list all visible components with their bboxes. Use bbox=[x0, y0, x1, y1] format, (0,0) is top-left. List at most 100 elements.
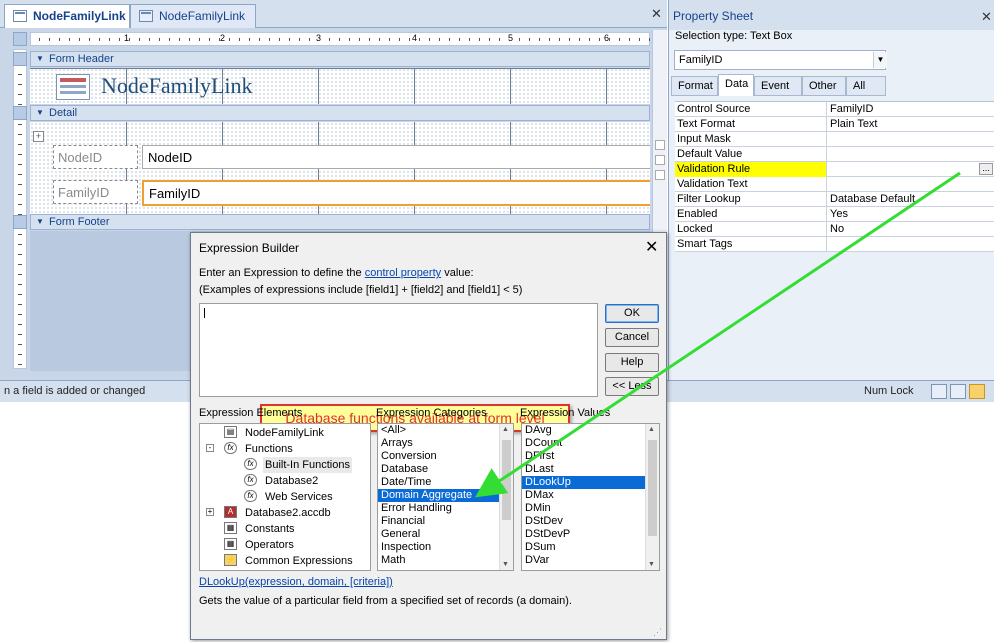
tab-nodefamilylink-design[interactable]: NodeFamilyLink bbox=[4, 4, 130, 28]
build-ellipsis-button[interactable]: ... bbox=[979, 163, 993, 175]
expression-values-list[interactable]: DAvg DCount DFirst DLast DLookUp DMax DMin DStD… bbox=[521, 423, 660, 571]
property-value[interactable] bbox=[828, 147, 994, 162]
property-sheet-title: Property Sheet bbox=[669, 0, 994, 30]
close-icon[interactable]: ✕ bbox=[981, 9, 992, 25]
property-row[interactable]: Validation Rule... bbox=[675, 162, 994, 177]
detail-bar[interactable]: Detail bbox=[30, 105, 650, 121]
expand-icon[interactable]: + bbox=[206, 508, 214, 516]
category-item[interactable]: <All> bbox=[378, 424, 499, 437]
category-item[interactable]: Conversion bbox=[378, 450, 499, 463]
property-row[interactable]: Validation Text bbox=[675, 177, 994, 192]
help-button[interactable]: Help bbox=[605, 353, 659, 372]
value-item[interactable]: DMin bbox=[522, 502, 645, 515]
footer-selector[interactable] bbox=[13, 215, 27, 229]
property-value[interactable]: Yes bbox=[828, 207, 994, 222]
property-row[interactable]: Smart Tags bbox=[675, 237, 994, 252]
value-item[interactable]: DLast bbox=[522, 463, 645, 476]
function-syntax-link[interactable]: DLookUp(expression, domain, [criteria]) bbox=[199, 576, 393, 588]
tree-item[interactable]: fx Web Services bbox=[200, 488, 370, 504]
category-item[interactable]: General bbox=[378, 528, 499, 541]
property-row[interactable]: Enabled Yes bbox=[675, 207, 994, 222]
property-value[interactable]: No bbox=[828, 222, 994, 237]
value-item[interactable]: DLookUp bbox=[522, 476, 645, 489]
category-item[interactable]: Error Handling bbox=[378, 502, 499, 515]
resize-grip-icon[interactable]: ⋰ bbox=[653, 627, 665, 639]
form-footer-bar[interactable]: Form Footer bbox=[30, 214, 650, 230]
property-value[interactable]: Plain Text bbox=[828, 117, 994, 132]
tree-item[interactable]: ⚡ Common Expressions bbox=[200, 552, 370, 568]
form-selector[interactable] bbox=[13, 32, 27, 46]
tab-all[interactable]: All bbox=[846, 76, 886, 96]
tree-item[interactable]: ▦ Constants bbox=[200, 520, 370, 536]
property-value[interactable] bbox=[828, 177, 994, 192]
familyid-label[interactable]: FamilyID bbox=[53, 180, 138, 204]
scrollbar[interactable]: ▲ ▼ bbox=[499, 424, 513, 570]
form-header-bar[interactable]: Form Header bbox=[30, 51, 650, 67]
collapse-icon[interactable]: - bbox=[206, 444, 214, 452]
expression-input[interactable]: Database functions available at form lev… bbox=[199, 303, 598, 432]
property-value[interactable] bbox=[828, 162, 994, 177]
form-title-label[interactable]: NodeFamilyLink bbox=[101, 73, 253, 99]
property-name: Locked bbox=[675, 222, 827, 237]
property-row[interactable]: Text Format Plain Text bbox=[675, 117, 994, 132]
property-value[interactable]: Database Default bbox=[828, 192, 994, 207]
value-item[interactable]: DCount bbox=[522, 437, 645, 450]
property-row[interactable]: Control Source FamilyID bbox=[675, 102, 994, 117]
property-value[interactable] bbox=[828, 237, 994, 252]
category-item[interactable]: Financial bbox=[378, 515, 499, 528]
tab-data[interactable]: Data bbox=[718, 74, 754, 96]
header-selector[interactable] bbox=[13, 52, 27, 66]
tree-item[interactable]: ▤ NodeFamilyLink bbox=[200, 424, 370, 440]
property-row[interactable]: Default Value bbox=[675, 147, 994, 162]
tree-item[interactable]: + A Database2.accdb bbox=[200, 504, 370, 520]
design-view-icon[interactable] bbox=[969, 384, 985, 399]
value-item[interactable]: DMax bbox=[522, 489, 645, 502]
scrollbar[interactable]: ▲ ▼ bbox=[645, 424, 659, 570]
category-item[interactable]: Date/Time bbox=[378, 476, 499, 489]
tree-item[interactable]: - fx Functions bbox=[200, 440, 370, 456]
tree-item[interactable]: fx Database2 bbox=[200, 472, 370, 488]
expression-categories-list[interactable]: <All> Arrays Conversion Database Date/Time Do… bbox=[377, 423, 514, 571]
chevron-down-icon[interactable]: ▼ bbox=[873, 52, 887, 68]
ruler-tick bbox=[39, 38, 40, 41]
value-item[interactable]: DFirst bbox=[522, 450, 645, 463]
horizontal-ruler: 1 2 3 4 5 6 bbox=[30, 32, 650, 46]
ok-button[interactable]: OK bbox=[605, 304, 659, 323]
value-item[interactable]: DStDevP bbox=[522, 528, 645, 541]
cancel-button[interactable]: Cancel bbox=[605, 328, 659, 347]
value-item[interactable]: DSum bbox=[522, 541, 645, 554]
category-item[interactable]: Domain Aggregate bbox=[378, 489, 499, 502]
category-item[interactable]: Inspection bbox=[378, 541, 499, 554]
value-item[interactable]: DVar bbox=[522, 554, 645, 567]
category-item[interactable]: Arrays bbox=[378, 437, 499, 450]
property-value[interactable] bbox=[828, 132, 994, 147]
text-caret bbox=[204, 308, 205, 318]
tab-nodefamilylink-form[interactable]: NodeFamilyLink bbox=[130, 4, 256, 28]
control-selector-dropdown[interactable]: FamilyID ▼ bbox=[674, 50, 887, 70]
property-value[interactable]: FamilyID bbox=[828, 102, 994, 117]
nodeid-textbox[interactable]: NodeID bbox=[142, 145, 650, 169]
category-item[interactable]: Math bbox=[378, 554, 499, 567]
detail-selector[interactable] bbox=[13, 106, 27, 120]
category-item[interactable]: Database bbox=[378, 463, 499, 476]
tree-item[interactable]: fx Built-In Functions bbox=[200, 456, 370, 473]
layout-view-icon[interactable] bbox=[950, 384, 966, 399]
value-item[interactable]: DAvg bbox=[522, 424, 645, 437]
tree-item[interactable]: ▦ Operators bbox=[200, 536, 370, 552]
property-row[interactable]: Locked No bbox=[675, 222, 994, 237]
close-icon[interactable]: ✕ bbox=[645, 237, 658, 257]
form-view-icon[interactable] bbox=[931, 384, 947, 399]
nodeid-label[interactable]: NodeID bbox=[53, 145, 138, 169]
tab-format[interactable]: Format bbox=[671, 76, 718, 96]
close-icon[interactable]: ✕ bbox=[651, 6, 662, 22]
tab-event[interactable]: Event bbox=[754, 76, 802, 96]
expression-elements-tree[interactable]: ▤ NodeFamilyLink - fx Functions fx Built-In Fu… bbox=[199, 423, 371, 571]
less-button[interactable]: << Less bbox=[605, 377, 659, 396]
property-row[interactable]: Input Mask bbox=[675, 132, 994, 147]
familyid-textbox[interactable]: FamilyID bbox=[142, 180, 650, 206]
move-handle-icon[interactable]: + bbox=[33, 131, 44, 142]
tab-other[interactable]: Other bbox=[802, 76, 846, 96]
value-item[interactable]: DStDev bbox=[522, 515, 645, 528]
control-property-link[interactable]: control property bbox=[365, 267, 441, 279]
property-row[interactable]: Filter Lookup Database Default bbox=[675, 192, 994, 207]
